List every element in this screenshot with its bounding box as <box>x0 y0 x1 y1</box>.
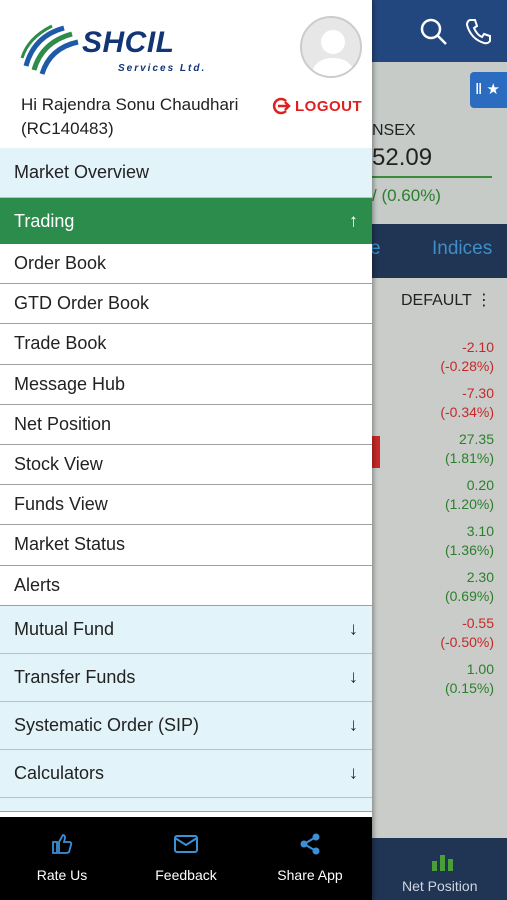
bottom-nav-label[interactable]: Net Position <box>402 878 477 894</box>
menu-item-calculators[interactable]: Calculators ↓ <box>0 749 372 798</box>
logout-icon <box>271 96 291 116</box>
brand-name: SHCIL <box>82 26 175 59</box>
rate-us-button[interactable]: Rate Us <box>0 817 124 900</box>
list-item[interactable]: -0.55 (-0.50%) <box>370 614 494 660</box>
list-item[interactable]: 3.10 (1.36%) <box>370 522 494 568</box>
menu-item-net-position[interactable]: Net Position <box>0 404 372 445</box>
menu-item-funds-view[interactable]: Funds View <box>0 485 372 526</box>
logout-button[interactable]: LOGOUT <box>271 96 362 116</box>
list-item[interactable]: 2.30 (0.69%) <box>370 568 494 614</box>
share-app-label: Share App <box>277 867 343 883</box>
menu-item-market-status[interactable]: Market Status <box>0 525 372 566</box>
greeting-client-id: (RC140483) <box>21 119 114 138</box>
menu-item-gtd-order-book[interactable]: GTD Order Book <box>0 284 372 325</box>
greeting-name: Hi Rajendra Sonu Chaudhari <box>21 95 239 114</box>
bar-chart-icon <box>431 853 455 876</box>
index-underline <box>372 176 492 178</box>
user-greeting: Hi Rajendra Sonu Chaudhari (RC140483) <box>21 93 238 141</box>
share-icon <box>298 832 322 867</box>
drawer-header: SHCIL Services Ltd. Hi Rajendra Sonu Cha… <box>0 0 372 148</box>
list-item[interactable]: 0.20 (1.20%) <box>370 476 494 522</box>
arrow-up-icon: ↑ <box>349 210 358 231</box>
arrow-down-icon: ↓ <box>349 666 358 687</box>
index-name: NSEX <box>372 122 416 139</box>
arrow-down-icon: ↓ <box>349 714 358 735</box>
menu-item-systematic-order[interactable]: Systematic Order (SIP) ↓ <box>0 701 372 750</box>
list-item[interactable]: -2.10 (-0.28%) <box>370 338 494 384</box>
menu-item-partial[interactable] <box>0 797 372 812</box>
list-item[interactable]: 27.35 (1.81%) <box>370 430 494 476</box>
menu-item-mutual-fund[interactable]: Mutual Fund ↓ <box>0 605 372 654</box>
phone-icon[interactable] <box>462 16 494 48</box>
brand-subtitle: Services Ltd. <box>118 63 207 74</box>
thumbs-up-icon <box>50 832 74 867</box>
menu-item-order-book[interactable]: Order Book <box>0 244 372 285</box>
menu-item-market-overview[interactable]: Market Overview <box>0 148 372 198</box>
mail-icon <box>173 832 199 867</box>
search-icon[interactable] <box>418 16 450 48</box>
list-item[interactable]: 1.00 (0.15%) <box>370 660 494 706</box>
tab-indices[interactable]: Indices <box>432 238 492 260</box>
menu-item-stock-view[interactable]: Stock View <box>0 444 372 486</box>
share-app-button[interactable]: Share App <box>248 817 372 900</box>
stock-change-list: -2.10 (-0.28%) -7.30 (-0.34%) 27.35 (1.81%)… <box>370 338 494 706</box>
avatar[interactable] <box>300 16 362 78</box>
arrow-down-icon: ↓ <box>349 618 358 639</box>
menu-item-trade-book[interactable]: Trade Book <box>0 324 372 365</box>
index-change: / (0.60%) <box>372 186 441 205</box>
list-item[interactable]: -7.30 (-0.34%) <box>370 384 494 430</box>
feedback-label: Feedback <box>155 867 217 883</box>
menu-item-alerts[interactable]: Alerts <box>0 565 372 606</box>
navigation-drawer: SHCIL Services Ltd. Hi Rajendra Sonu Cha… <box>0 0 372 900</box>
logout-label: LOGOUT <box>295 97 363 115</box>
watchlist-star-button[interactable]: Ⅱ ★ <box>470 72 507 108</box>
drawer-menu: Market Overview Trading ↑ Order Book GTD… <box>0 148 372 812</box>
menu-item-trading[interactable]: Trading ↑ <box>0 198 372 244</box>
shcil-logo-icon <box>20 22 80 78</box>
rate-us-label: Rate Us <box>36 867 88 883</box>
menu-item-message-hub[interactable]: Message Hub <box>0 364 372 405</box>
menu-item-transfer-funds[interactable]: Transfer Funds ↓ <box>0 653 372 702</box>
drawer-bottom-bar: Rate Us Feedback Share App <box>0 817 372 900</box>
index-value: 52.09 <box>372 144 433 171</box>
feedback-button[interactable]: Feedback <box>124 817 248 900</box>
arrow-down-icon: ↓ <box>349 762 358 783</box>
sort-default-label[interactable]: DEFAULT ⋮ <box>401 290 492 310</box>
